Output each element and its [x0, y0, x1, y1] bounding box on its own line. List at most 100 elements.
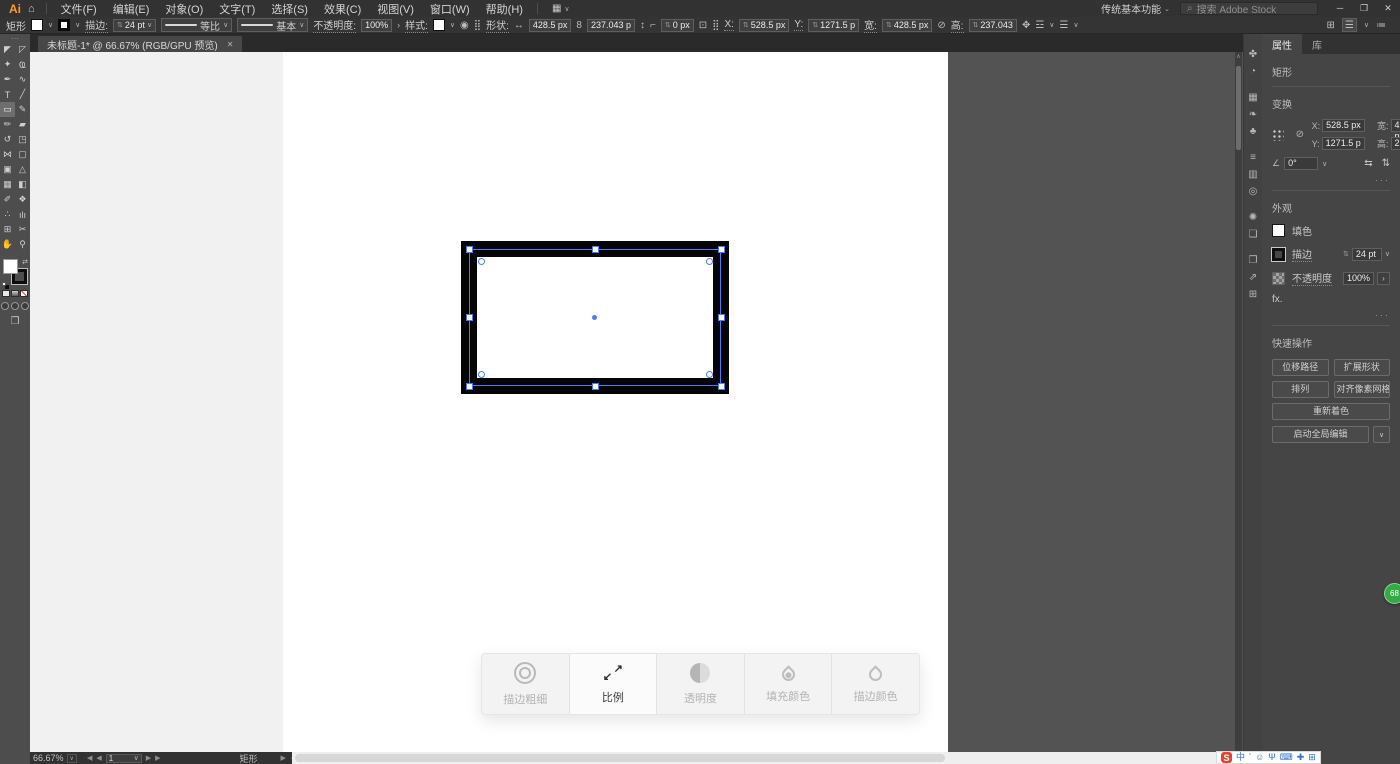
- fx-button[interactable]: fx.: [1272, 294, 1283, 305]
- emoji-icon[interactable]: ☺: [1255, 751, 1264, 764]
- touchbar-scale[interactable]: ↗ ↙ 比例: [569, 654, 658, 714]
- distribute-objects-icon[interactable]: ☰: [1059, 20, 1068, 31]
- appearance-panel-icon[interactable]: ✺: [1244, 209, 1263, 226]
- next-icon[interactable]: ▶: [281, 754, 286, 762]
- stepper-icon[interactable]: ⇅: [743, 21, 749, 29]
- stepper-icon[interactable]: ⇅: [973, 21, 979, 29]
- align-panel-icon[interactable]: ☰: [1341, 18, 1357, 32]
- stroke-weight-label[interactable]: 描边:: [85, 17, 109, 33]
- symbol-sprayer-tool[interactable]: ∴: [0, 207, 15, 222]
- floating-badge[interactable]: 68: [1384, 583, 1400, 604]
- rotate-tool[interactable]: ↺: [0, 132, 15, 147]
- selection-handle-e[interactable]: [718, 314, 725, 321]
- touchbar-stroke-weight[interactable]: 描边粗细: [482, 654, 570, 714]
- menu-item[interactable]: 视图(V): [369, 1, 422, 17]
- eraser-tool[interactable]: ▰: [15, 117, 30, 132]
- width-field[interactable]: ⇅ 428.5 px: [881, 18, 933, 32]
- blend-tool[interactable]: ❖: [15, 192, 30, 207]
- arrange-documents-icon[interactable]: ▦: [552, 3, 561, 14]
- rotation-field[interactable]: 0°: [1284, 157, 1319, 170]
- chevron-down-icon[interactable]: ∨: [1364, 21, 1369, 29]
- tab-libraries[interactable]: 库: [1302, 34, 1332, 54]
- artboard-number-field[interactable]: 1 ∨: [105, 753, 142, 763]
- curvature-tool[interactable]: ∿: [15, 72, 30, 87]
- width-profile-dropdown[interactable]: 等比 ∨: [161, 18, 233, 33]
- chevron-down-icon[interactable]: ∨: [1385, 250, 1390, 258]
- rectangle-tool[interactable]: ▭: [0, 102, 15, 117]
- lock-proportions-icon[interactable]: ⊘: [937, 20, 945, 31]
- x-field[interactable]: 528.5 px: [1322, 119, 1365, 132]
- next-artboard-icon[interactable]: ▶: [146, 754, 151, 762]
- column-graph-tool[interactable]: ılı: [15, 207, 30, 222]
- export-panel-icon[interactable]: ⇗: [1244, 269, 1263, 286]
- select-bounds-icon[interactable]: ⊡: [699, 20, 707, 31]
- layers-panel-icon[interactable]: ❐: [1244, 252, 1263, 269]
- y-field[interactable]: 1271.5 p: [1321, 137, 1365, 150]
- draw-normal-button[interactable]: [1, 302, 9, 310]
- flip-horizontal-icon[interactable]: ⇆: [1364, 158, 1372, 169]
- snap-grid-icon[interactable]: ⣿: [474, 20, 481, 31]
- style-swatch[interactable]: [432, 19, 445, 31]
- selection-handle-s[interactable]: [592, 383, 599, 390]
- opacity-label[interactable]: 不透明度:: [313, 17, 357, 33]
- menu-item[interactable]: 文件(F): [53, 1, 105, 17]
- scale-tool[interactable]: ◳: [15, 132, 30, 147]
- paintbrush-tool[interactable]: ✎: [15, 102, 30, 117]
- recolor-artwork-icon[interactable]: ◉: [460, 20, 469, 31]
- hand-tool[interactable]: ✋: [0, 237, 15, 252]
- selection-tool[interactable]: ◤: [0, 42, 15, 57]
- slice-tool[interactable]: ✂: [15, 222, 30, 237]
- gradient-tool[interactable]: ◧: [15, 177, 30, 192]
- brush-definition-dropdown[interactable]: 基本 ∨: [237, 18, 309, 33]
- object-center-point[interactable]: [592, 315, 597, 320]
- shape-builder-tool[interactable]: ▣: [0, 162, 15, 177]
- voice-input-icon[interactable]: Ψ: [1268, 751, 1276, 764]
- menu-item[interactable]: 对象(O): [157, 1, 211, 17]
- soft-keyboard-icon[interactable]: ⌨: [1280, 751, 1293, 764]
- opacity-label[interactable]: 不透明度: [1292, 270, 1332, 286]
- pasteboard-left[interactable]: [30, 52, 283, 752]
- type-tool[interactable]: T: [0, 87, 15, 102]
- chevron-down-icon[interactable]: ∨: [1049, 21, 1054, 29]
- stroke-label[interactable]: 描边: [1292, 246, 1312, 262]
- gradient-panel-icon[interactable]: ▥: [1244, 166, 1263, 183]
- touchbar-stroke-color[interactable]: 描边颜色: [832, 654, 919, 714]
- menu-item[interactable]: 选择(S): [263, 1, 316, 17]
- menu-item[interactable]: 文字(T): [211, 1, 263, 17]
- more-options-icon[interactable]: ···: [1272, 175, 1390, 185]
- graphic-styles-panel-icon[interactable]: ❏: [1244, 226, 1263, 243]
- drag-handle-icon[interactable]: ⋯: [11, 35, 19, 43]
- opacity-field[interactable]: 100%: [1342, 271, 1374, 285]
- toolbox-icon[interactable]: ✚: [1297, 751, 1305, 764]
- prev-artboard-icon[interactable]: ◀: [96, 754, 101, 762]
- canvas[interactable]: 描边粗细 ↗ ↙ 比例 透明度 填充颜色 描边颜色 ∧: [30, 52, 1243, 752]
- draw-inside-button[interactable]: [21, 302, 29, 310]
- y-field[interactable]: ⇅ 1271.5 p: [808, 18, 860, 32]
- punctuation-icon[interactable]: ʼ: [1249, 751, 1251, 764]
- brushes-panel-icon[interactable]: ❧: [1244, 106, 1263, 123]
- chevron-down-icon[interactable]: ∨: [66, 753, 77, 763]
- stock-search-input[interactable]: ⌕ 搜索 Adobe Stock: [1180, 2, 1318, 16]
- minimize-button[interactable]: ─: [1328, 0, 1352, 17]
- stepper-icon[interactable]: ⇅: [886, 21, 892, 29]
- constrain-link-icon[interactable]: 8: [576, 20, 582, 31]
- chevron-down-icon[interactable]: ∨: [147, 21, 152, 29]
- reference-point-locator[interactable]: [1272, 128, 1284, 141]
- menu-item[interactable]: 窗口(W): [422, 1, 478, 17]
- color-panel-icon[interactable]: ✤: [1244, 46, 1263, 63]
- touchbar-opacity[interactable]: 透明度: [657, 654, 745, 714]
- scrollbar-thumb[interactable]: [1236, 66, 1241, 150]
- line-segment-tool[interactable]: ╱: [15, 87, 30, 102]
- document-tab[interactable]: 未标题-1* @ 66.67% (RGB/GPU 预览) ✕: [38, 36, 243, 52]
- direct-selection-tool[interactable]: ◸: [15, 42, 30, 57]
- close-button[interactable]: ✕: [1376, 0, 1400, 17]
- zoom-tool[interactable]: ⚲: [15, 237, 30, 252]
- touchbar-fill-color[interactable]: 填充颜色: [745, 654, 833, 714]
- live-corner-widget-nw[interactable]: [478, 258, 485, 265]
- panel-grid-icon[interactable]: ⊞: [1327, 20, 1335, 31]
- height-label[interactable]: 高:: [950, 17, 964, 33]
- draw-behind-button[interactable]: [11, 302, 19, 310]
- perspective-grid-tool[interactable]: △: [15, 162, 30, 177]
- chevron-down-icon[interactable]: ∨: [1322, 160, 1327, 168]
- global-edit-dropdown[interactable]: ∨: [1373, 426, 1390, 443]
